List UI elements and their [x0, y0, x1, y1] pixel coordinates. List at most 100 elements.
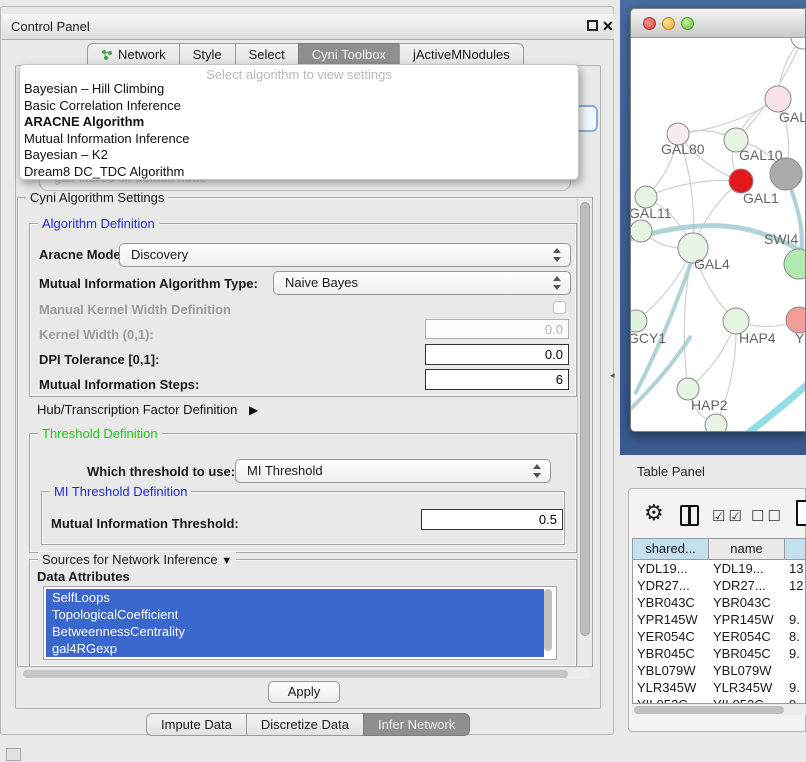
- table-cell[interactable]: [785, 662, 805, 679]
- splitpane-collapse-icon[interactable]: ◂: [610, 370, 615, 381]
- table-row[interactable]: YDL19...YDL19...13: [633, 560, 805, 577]
- table-cell[interactable]: 9.: [785, 645, 805, 662]
- attribute-item[interactable]: SelfLoops: [46, 589, 544, 606]
- table-row[interactable]: YDR27...YDR27...12: [633, 577, 805, 594]
- tab-discretize-data[interactable]: Discretize Data: [246, 713, 363, 736]
- algorithm-option[interactable]: Mutual Information Inference: [20, 131, 578, 148]
- table-cell[interactable]: YER054C: [709, 628, 785, 645]
- settings-scrollbar[interactable]: [577, 199, 592, 665]
- tab-impute-data[interactable]: Impute Data: [146, 713, 246, 736]
- manual-kernel-checkbox[interactable]: [553, 301, 566, 314]
- table-cell[interactable]: YBR045C: [709, 645, 785, 662]
- table-cell[interactable]: 8.: [785, 628, 805, 645]
- table-cell[interactable]: YBR045C: [633, 645, 709, 662]
- select-all-checkboxes-icon[interactable]: ☑☑: [712, 507, 745, 525]
- table-row[interactable]: YBL079WYBL079W: [633, 662, 805, 679]
- tab-infer-network[interactable]: Infer Network: [363, 713, 470, 736]
- mi-steps-field[interactable]: [425, 369, 569, 390]
- mi-type-combo[interactable]: Naive Bayes: [273, 271, 571, 295]
- node-table[interactable]: shared... name YDL19...YDL19...13YDR27..…: [632, 538, 806, 704]
- hub-definition-toggle[interactable]: Hub/Transcription Factor Definition ▶: [37, 402, 258, 417]
- close-icon[interactable]: ✕: [602, 18, 614, 35]
- scrollbar-thumb[interactable]: [634, 706, 784, 714]
- table-cell[interactable]: YLR345W: [633, 679, 709, 696]
- table-cell[interactable]: YDL19...: [633, 560, 709, 577]
- table-row[interactable]: YLR345WYLR345W9.: [633, 679, 805, 696]
- aracne-mode-combo[interactable]: Discovery: [119, 243, 571, 267]
- dock-button[interactable]: [6, 748, 21, 761]
- mi-threshold-field[interactable]: [421, 509, 563, 530]
- table-cell[interactable]: YIL052C: [709, 696, 785, 704]
- scrollbar-thumb[interactable]: [580, 202, 590, 636]
- close-traffic-light-icon[interactable]: [643, 17, 656, 30]
- table-cell[interactable]: YLR345W: [709, 679, 785, 696]
- zoom-traffic-light-icon[interactable]: [681, 17, 694, 30]
- attribute-item[interactable]: BetweennessCentrality: [46, 623, 544, 640]
- table-row[interactable]: YPR145WYPR145W9.: [633, 611, 805, 628]
- network-node[interactable]: [705, 414, 727, 432]
- table-cell[interactable]: 9: [785, 696, 805, 704]
- table-cell[interactable]: YDR27...: [633, 577, 709, 594]
- column-header-shared[interactable]: shared...: [633, 539, 709, 559]
- attribute-item[interactable]: gal4RGexp: [46, 640, 544, 657]
- table-row[interactable]: YIL052CYIL052C9: [633, 696, 805, 704]
- table-cell[interactable]: YDL19...: [709, 560, 785, 577]
- table-cell[interactable]: YBR043C: [633, 594, 709, 611]
- network-node[interactable]: [791, 38, 806, 49]
- table-row[interactable]: YER054CYER054C8.: [633, 628, 805, 645]
- apply-button[interactable]: Apply: [268, 681, 340, 703]
- network-graph[interactable]: GALGAL80GAL10GAL1GAL11SWI4GAL4GCY1HAP4YH…: [631, 38, 806, 432]
- table-cell[interactable]: 13: [785, 560, 805, 577]
- minimize-traffic-light-icon[interactable]: [662, 17, 675, 30]
- network-node[interactable]: [784, 249, 806, 279]
- tab-select[interactable]: Select: [235, 43, 298, 66]
- network-edge-thick[interactable]: [631, 336, 691, 418]
- table-cell[interactable]: YBR043C: [709, 594, 785, 611]
- data-attributes-list[interactable]: SelfLoopsTopologicalCoefficientBetweenne…: [43, 586, 557, 660]
- network-node[interactable]: [770, 158, 802, 190]
- network-edge[interactable]: [678, 99, 778, 134]
- dpi-tolerance-field[interactable]: [425, 344, 569, 365]
- table-cell[interactable]: 9.: [785, 679, 805, 696]
- table-cell[interactable]: YDR27...: [709, 577, 785, 594]
- document-icon[interactable]: [796, 500, 806, 526]
- table-cell[interactable]: [785, 594, 805, 611]
- network-canvas[interactable]: GALGAL80GAL10GAL1GAL11SWI4GAL4GCY1HAP4YH…: [631, 38, 806, 432]
- table-cell[interactable]: YBL079W: [633, 662, 709, 679]
- table-cell[interactable]: 9.: [785, 611, 805, 628]
- table-cell[interactable]: YER054C: [633, 628, 709, 645]
- algorithm-option[interactable]: Bayesian – K2: [20, 147, 578, 164]
- tab-style[interactable]: Style: [179, 43, 235, 66]
- attribute-item[interactable]: TopologicalCoefficient: [46, 606, 544, 623]
- attributes-scrollbar[interactable]: [543, 588, 554, 658]
- table-row[interactable]: YBR045CYBR045C9.: [633, 645, 805, 662]
- algorithm-option[interactable]: Dream8 DC_TDC Algorithm: [20, 164, 578, 181]
- algorithm-option[interactable]: ARACNE Algorithm: [20, 114, 578, 131]
- table-cell[interactable]: YBL079W: [709, 662, 785, 679]
- tab-network[interactable]: Network: [87, 43, 179, 66]
- table-hscrollbar[interactable]: [632, 704, 806, 715]
- column-header-name[interactable]: name: [709, 539, 785, 559]
- sources-title[interactable]: Sources for Network Inference ▼: [38, 552, 236, 567]
- algorithm-option[interactable]: Basic Correlation Inference: [20, 98, 578, 115]
- table-cell[interactable]: YPR145W: [633, 611, 709, 628]
- table-cell[interactable]: YPR145W: [709, 611, 785, 628]
- algorithm-option[interactable]: Bayesian – Hill Climbing: [20, 81, 578, 98]
- tab-jactivemnodules[interactable]: jActiveMNodules: [399, 43, 524, 66]
- scrollbar-thumb[interactable]: [23, 670, 568, 678]
- table-cell[interactable]: 12: [785, 577, 805, 594]
- network-edge-thick[interactable]: [743, 372, 806, 432]
- tab-cyni-toolbox[interactable]: Cyni Toolbox: [298, 43, 399, 66]
- table-row[interactable]: YBR043CYBR043C: [633, 594, 805, 611]
- table-cell[interactable]: YIL052C: [633, 696, 709, 704]
- network-node[interactable]: [631, 220, 652, 242]
- which-threshold-combo[interactable]: MI Threshold: [235, 459, 551, 483]
- settings-hscrollbar[interactable]: [21, 669, 591, 679]
- float-window-icon[interactable]: [587, 20, 598, 31]
- column-header-partial[interactable]: [785, 539, 805, 559]
- scrollbar-thumb[interactable]: [544, 589, 552, 651]
- deselect-all-checkboxes-icon[interactable]: ☐☐: [751, 507, 784, 525]
- kernel-width-field[interactable]: [425, 319, 569, 339]
- gear-icon[interactable]: ⚙: [644, 503, 664, 523]
- columns-icon[interactable]: [680, 505, 699, 526]
